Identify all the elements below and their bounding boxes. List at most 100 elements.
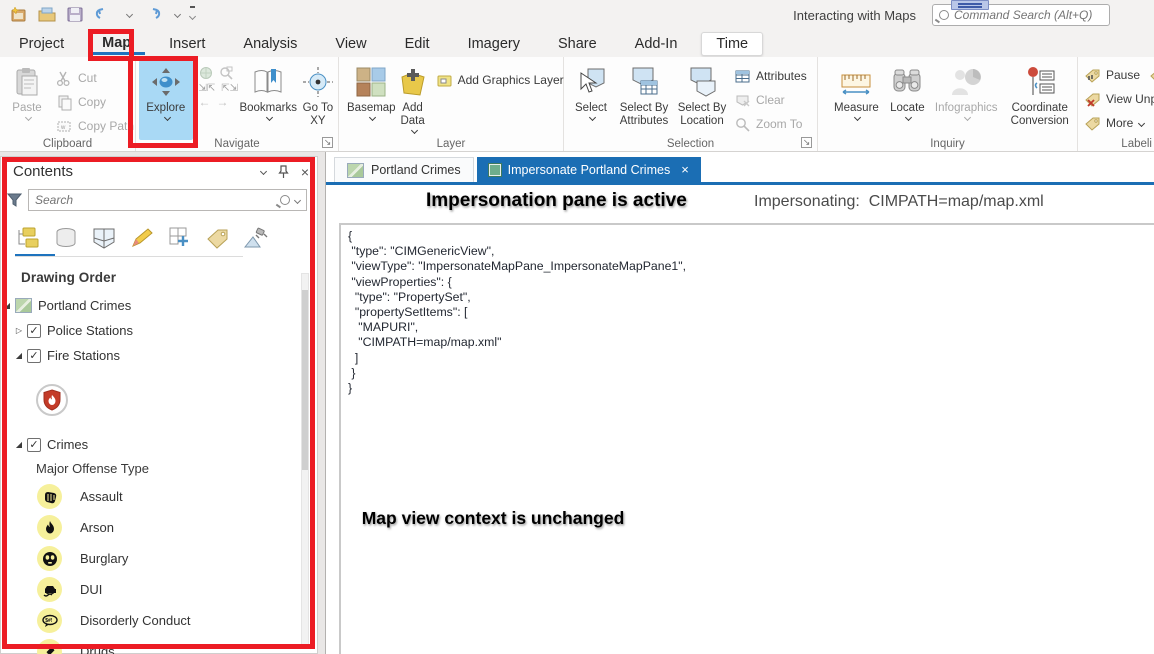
redo-button[interactable] [142, 6, 162, 22]
group-label-clipboard: Clipboard [0, 138, 135, 150]
undo-button[interactable] [94, 6, 114, 22]
copy-button[interactable]: Copy [56, 90, 134, 114]
select-button[interactable]: Select [568, 60, 614, 140]
command-search-box[interactable] [932, 4, 1110, 26]
coordinate-conversion-button[interactable]: Coordinate Conversion [1003, 60, 1078, 140]
list-by-drawing-order-icon[interactable] [15, 226, 41, 250]
coordinate-conversion-icon [1023, 65, 1057, 99]
save-project-icon[interactable] [66, 5, 84, 23]
view-unplaced-button[interactable]: View Unpla [1084, 87, 1154, 111]
paste-button[interactable]: Paste [6, 60, 48, 140]
fixed-zoom-in-icon[interactable]: ⇲⇱ [199, 83, 216, 94]
close-tab-icon[interactable]: × [681, 162, 689, 177]
tab-view[interactable]: View [321, 33, 380, 55]
svg-text:$#!: $#! [45, 618, 53, 624]
legend-item-disorderly-conduct[interactable]: $#! Disorderly Conduct [1, 605, 301, 636]
add-graphics-layer-button[interactable]: Add Graphics Layer [436, 68, 564, 92]
tab-time[interactable]: Time [701, 32, 763, 56]
list-by-labeling-icon[interactable] [205, 226, 231, 250]
collapse-icon[interactable]: ◢ [13, 351, 25, 360]
select-by-location-button[interactable]: Select By Location [674, 60, 730, 140]
tab-insert[interactable]: Insert [155, 33, 219, 55]
contents-search-input[interactable] [35, 193, 280, 207]
more-labeling-button[interactable]: More [1084, 111, 1154, 135]
disorderly-conduct-speech-icon: $#! [37, 608, 62, 633]
list-by-snapping-icon[interactable] [167, 226, 193, 250]
locate-button[interactable]: Locate [885, 60, 930, 140]
list-by-selection-icon[interactable] [91, 226, 117, 250]
legend-item-assault[interactable]: Assault [1, 481, 301, 512]
close-pane-icon[interactable]: × [301, 164, 309, 180]
legend-item-arson[interactable]: Arson [1, 512, 301, 543]
list-by-data-source-icon[interactable] [53, 226, 79, 250]
bookmarks-button[interactable]: Bookmarks [239, 60, 298, 140]
tree-item-crimes[interactable]: ◢ ✓ Crimes [1, 432, 301, 457]
undo-dropdown-chevron[interactable] [126, 10, 133, 17]
measure-button[interactable]: Measure [828, 60, 885, 140]
svg-text:w: w [60, 125, 66, 131]
search-icon [939, 10, 949, 20]
next-extent-icon[interactable]: → [217, 97, 229, 108]
legend-item-burglary[interactable]: Burglary [1, 543, 301, 574]
pin-icon[interactable] [278, 165, 289, 178]
basemap-button[interactable]: Basemap [347, 60, 396, 140]
view-tab-portland-crimes[interactable]: Portland Crimes [334, 157, 474, 182]
go-to-xy-button[interactable]: Go To XY [298, 60, 338, 140]
add-data-button[interactable]: Add Data [396, 60, 430, 140]
layer-checkbox[interactable]: ✓ [27, 349, 41, 363]
fixed-zoom-out-icon[interactable]: ⇱⇲ [221, 83, 238, 94]
open-project-icon[interactable] [38, 5, 56, 23]
customize-qat-icon[interactable] [190, 6, 195, 23]
filter-icon[interactable] [7, 192, 22, 208]
contents-search-chevron[interactable] [294, 196, 301, 203]
select-by-location-icon [685, 65, 719, 99]
zoom-to-selection-icon[interactable] [219, 66, 233, 80]
clear-selection-button[interactable]: Clear [734, 88, 807, 112]
collapse-icon[interactable]: ◢ [1, 301, 13, 310]
tree-item-map[interactable]: ◢ Portland Crimes [1, 293, 301, 318]
fire-stations-symbol[interactable] [35, 383, 69, 417]
expand-icon[interactable]: ▷ [13, 326, 25, 335]
tab-analysis[interactable]: Analysis [229, 33, 311, 55]
copy-path-button[interactable]: w Copy Path [56, 114, 134, 138]
redo-dropdown-chevron[interactable] [174, 10, 181, 17]
legend-item-dui[interactable]: DUI [1, 574, 301, 605]
layer-checkbox[interactable]: ✓ [27, 438, 41, 452]
infographics-button[interactable]: Infographics [930, 60, 1003, 140]
tab-share[interactable]: Share [544, 33, 611, 55]
contents-pane: Contents × [0, 156, 318, 654]
drawing-order-heading: Drawing Order [21, 270, 116, 285]
list-by-imagery-icon[interactable] [243, 226, 269, 250]
collapse-icon[interactable]: ◢ [13, 440, 25, 449]
ribbon-group-navigate: Explore ⇲⇱ ⇱⇲ ← → [136, 57, 339, 151]
zoom-to-selection-button[interactable]: Zoom To [734, 112, 807, 136]
ribbon-tab-row: Project Map Insert Analysis View Edit Im… [0, 30, 1154, 57]
legend-item-drugs[interactable]: Drugs [1, 636, 301, 654]
pane-menu-chevron-icon[interactable] [260, 168, 267, 175]
tree-item-fire-stations[interactable]: ◢ ✓ Fire Stations [1, 343, 301, 368]
contents-scrollbar[interactable] [301, 273, 309, 649]
tab-imagery[interactable]: Imagery [454, 33, 534, 55]
attributes-button[interactable]: Attributes [734, 64, 807, 88]
full-extent-icon[interactable] [199, 66, 213, 80]
tab-map[interactable]: Map [88, 32, 145, 55]
cim-json-code[interactable]: { "type": "CIMGenericView", "viewType": … [348, 229, 686, 396]
contents-search-box[interactable] [28, 189, 307, 211]
view-tab-impersonate-portland-crimes[interactable]: Impersonate Portland Crimes × [477, 157, 701, 182]
new-project-icon[interactable] [10, 5, 28, 23]
command-search-input[interactable] [954, 8, 1103, 22]
explore-button[interactable]: Explore [139, 60, 193, 140]
tab-project[interactable]: Project [5, 33, 78, 55]
tab-add-in[interactable]: Add-In [621, 33, 692, 55]
more-label-icon [1084, 115, 1101, 132]
list-by-editing-icon[interactable] [129, 226, 155, 250]
tab-edit[interactable]: Edit [391, 33, 444, 55]
cut-button[interactable]: Cut [56, 66, 134, 90]
burglary-mask-icon [37, 546, 62, 571]
previous-extent-icon[interactable]: ← [199, 97, 211, 108]
layer-checkbox[interactable]: ✓ [27, 324, 41, 338]
title-bar: Interacting with Maps [0, 0, 1154, 30]
tree-item-police-stations[interactable]: ▷ ✓ Police Stations [1, 318, 301, 343]
pause-labeling-button[interactable]: Pause [1084, 63, 1154, 87]
select-by-attributes-button[interactable]: Select By Attributes [614, 60, 674, 140]
